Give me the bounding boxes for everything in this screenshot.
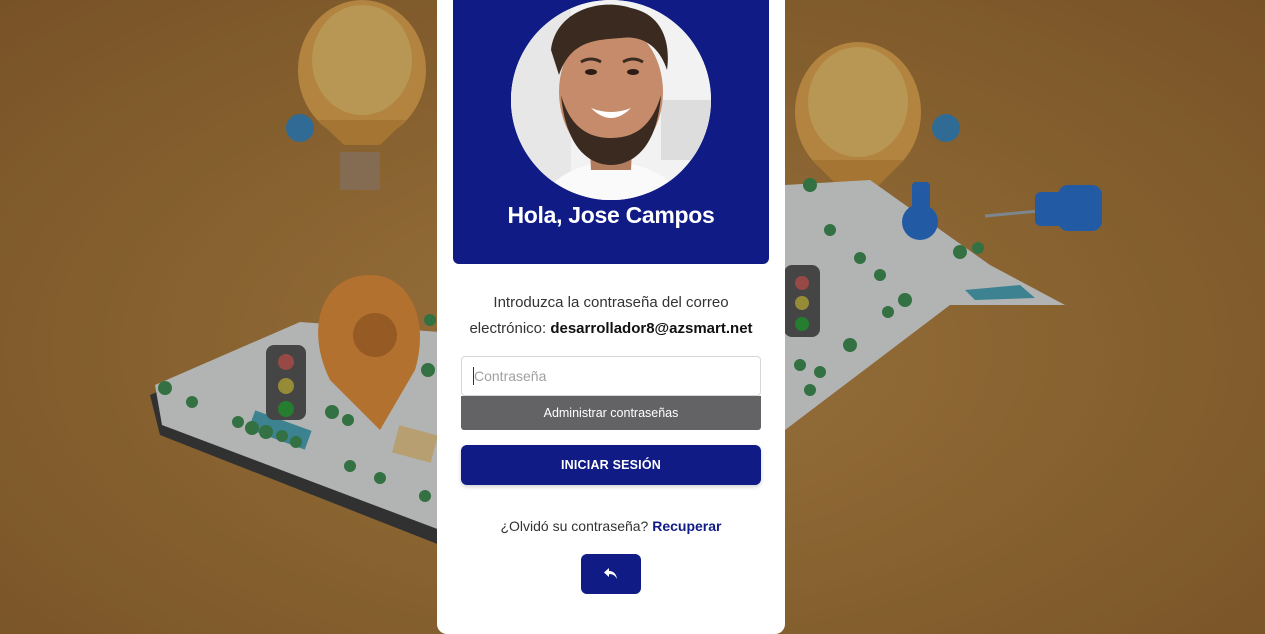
user-email: desarrollador8@azsmart.net: [550, 320, 753, 337]
user-avatar: [511, 0, 711, 200]
login-card: Hola, Jose Campos Introduzca la contrase…: [437, 0, 785, 634]
forgot-password-row: ¿Olvidó su contraseña? Recuperar: [437, 518, 785, 534]
recover-password-link[interactable]: Recuperar: [652, 518, 721, 534]
password-input[interactable]: [461, 356, 761, 396]
text-caret: [473, 367, 474, 385]
forgot-password-text: ¿Olvidó su contraseña?: [500, 518, 653, 534]
back-button[interactable]: [581, 554, 641, 594]
login-button[interactable]: INICIAR SESIÓN: [461, 445, 761, 485]
password-instructions: Introduzca la contraseña del correo elec…: [457, 290, 765, 342]
greeting-title: Hola, Jose Campos: [507, 202, 715, 228]
profile-header: Hola, Jose Campos: [453, 0, 769, 264]
manage-passwords-suggestion[interactable]: Administrar contraseñas: [461, 396, 761, 430]
undo-arrow-icon: [604, 568, 617, 579]
